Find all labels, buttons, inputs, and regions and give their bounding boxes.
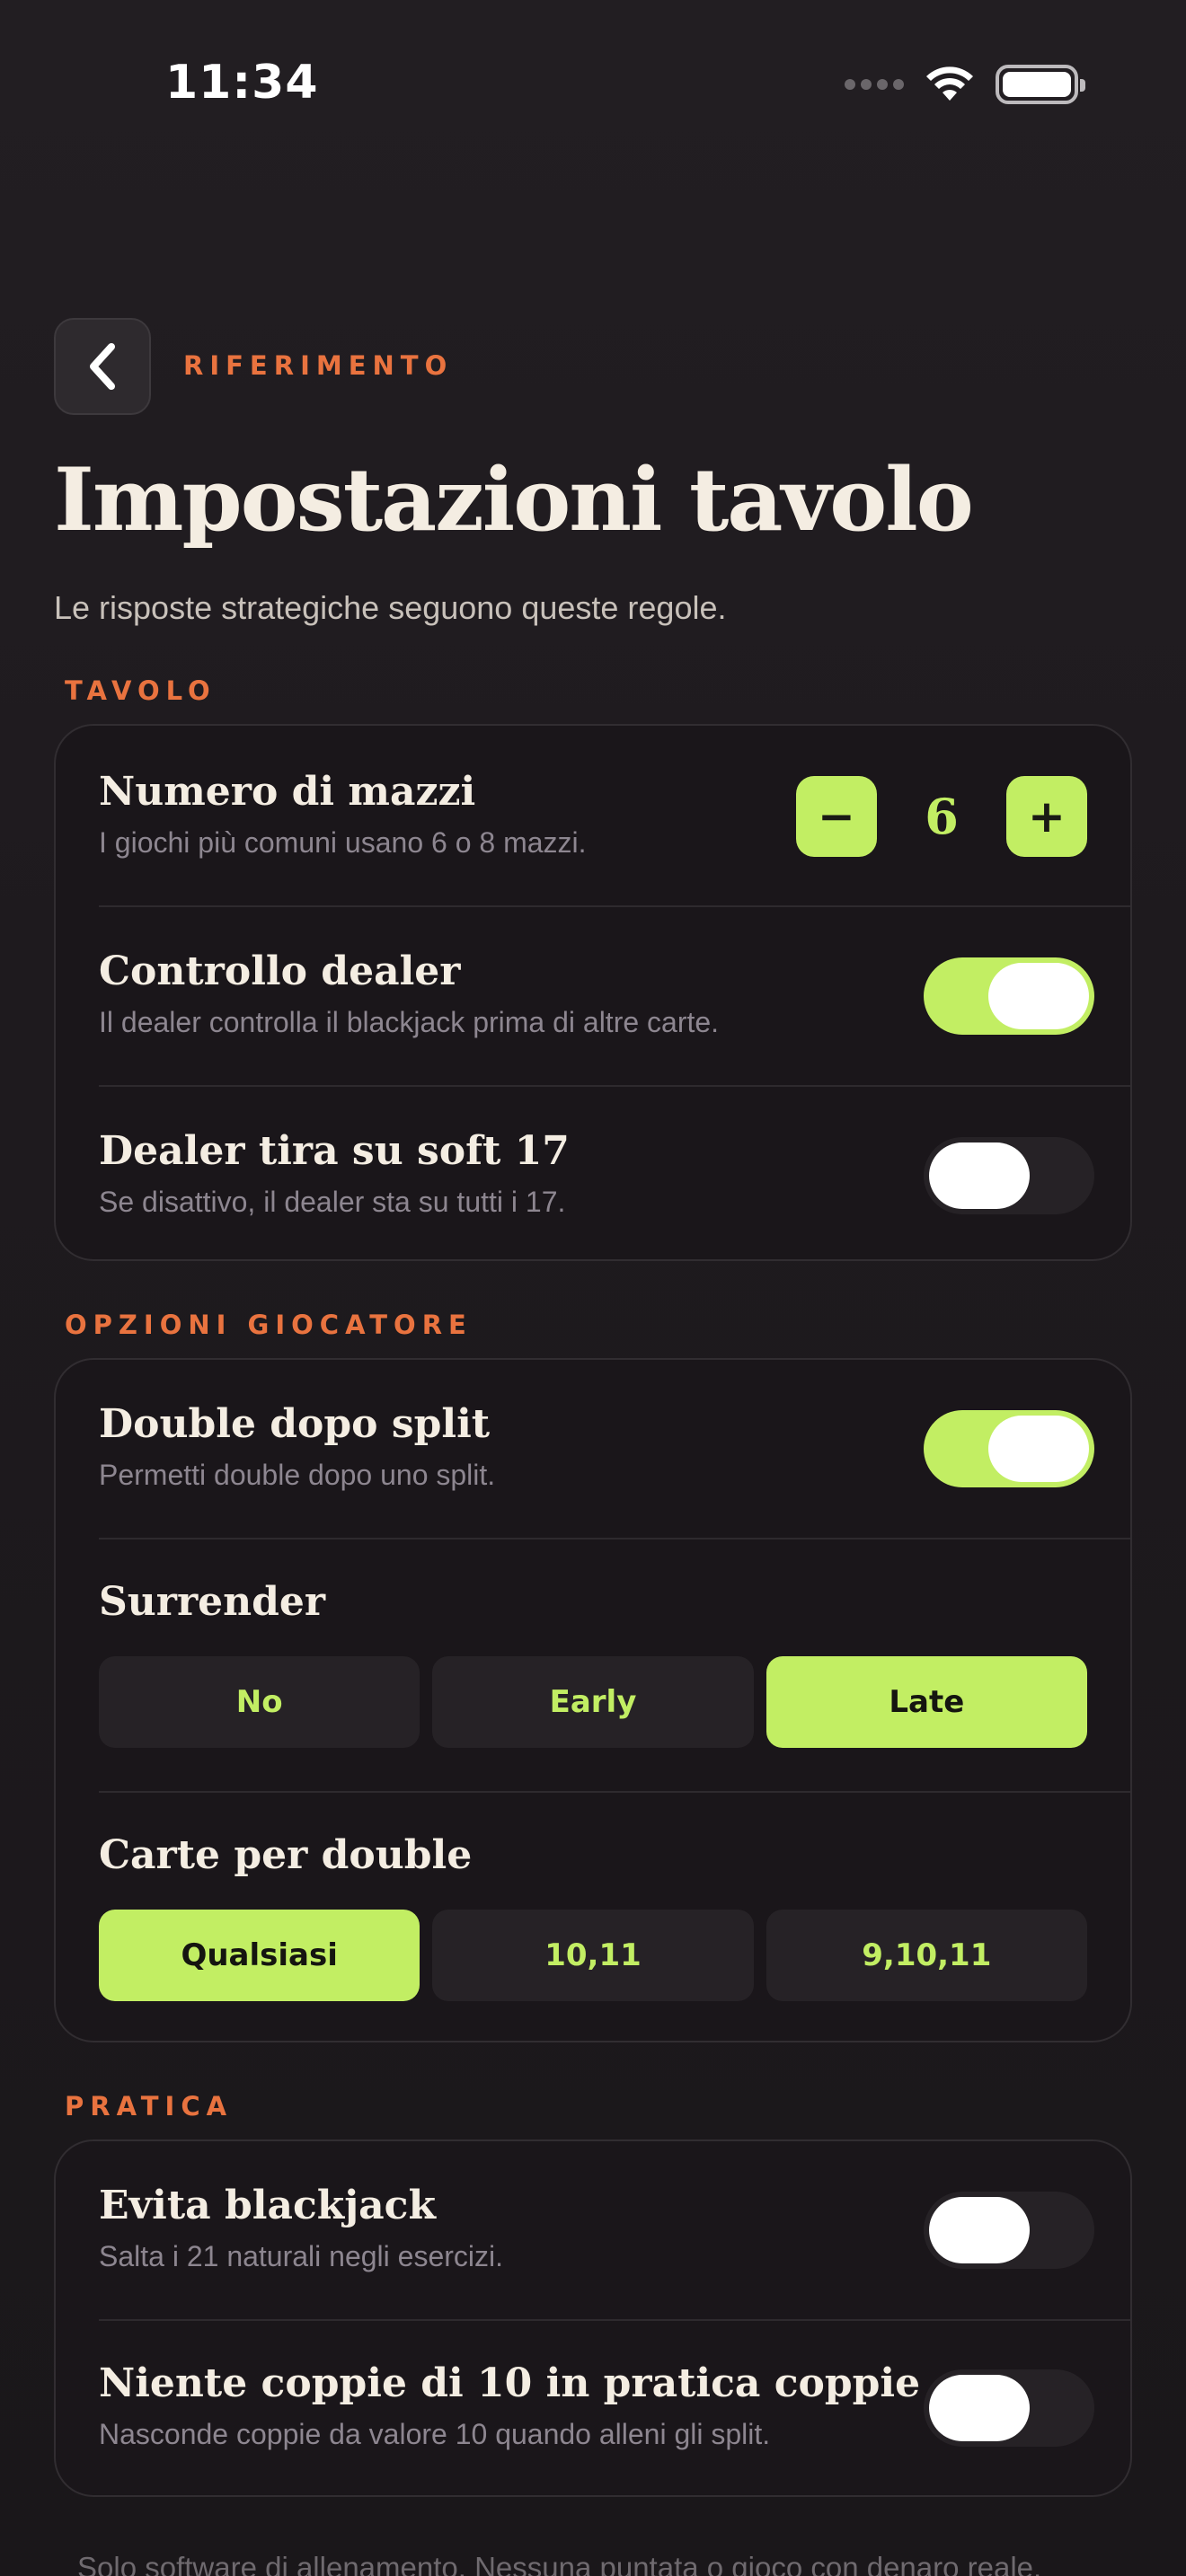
surrender-option-no[interactable]: No (99, 1656, 420, 1748)
section-label-table: TAVOLO (65, 675, 217, 706)
breadcrumb-eyebrow: RIFERIMENTO (183, 350, 454, 381)
decks-value: 6 (925, 788, 959, 845)
das-title: Double dopo split (99, 1401, 491, 1447)
double-cards-option-any[interactable]: Qualsiasi (99, 1910, 420, 2001)
das-description: Permetti double dopo uno split. (99, 1459, 496, 1491)
double-cards-option-10-11[interactable]: 10,11 (432, 1910, 754, 2001)
double-cards-segmented-control: Qualsiasi 10,11 9,10,11 (99, 1910, 1087, 2001)
chevron-left-icon (90, 343, 115, 390)
dealer-peek-description: Il dealer controlla il blackjack prima d… (99, 1006, 720, 1038)
decks-stepper: − 6 + (796, 776, 1087, 857)
avoid-blackjack-description: Salta i 21 naturali negli esercizi. (99, 2240, 504, 2272)
double-cards-title: Carte per double (99, 1832, 473, 1878)
double-cards-row: Carte per double Qualsiasi 10,11 9,10,11 (56, 1791, 1130, 2041)
decks-description: I giochi più comuni usano 6 o 8 mazzi. (99, 826, 587, 859)
page-subtitle: Le risposte strategiche seguono queste r… (54, 589, 727, 626)
toggle-knob (929, 1142, 1030, 1209)
decrement-decks-button[interactable]: − (796, 776, 877, 857)
decks-row: Numero di mazzi I giochi più comuni usan… (56, 726, 1130, 905)
surrender-option-late[interactable]: Late (766, 1656, 1087, 1748)
no-ten-pairs-title: Niente coppie di 10 in pratica coppie (99, 2360, 921, 2406)
player-options-card: Double dopo split Permetti double dopo u… (54, 1358, 1132, 2042)
section-label-practice: PRATICA (65, 2091, 234, 2122)
settings-screen: 11:34 RIFERIMENTO Impostazioni tavolo Le… (0, 0, 1186, 2576)
surrender-segmented-control: No Early Late (99, 1656, 1087, 1748)
page-title: Impostazioni tavolo (54, 449, 974, 551)
avoid-blackjack-row: Evita blackjack Salta i 21 naturali negl… (56, 2141, 1130, 2319)
toggle-knob (929, 2375, 1030, 2441)
status-icons (845, 65, 1085, 104)
toggle-knob (929, 2197, 1030, 2263)
cellular-signal-icon (845, 79, 904, 90)
dealer-peek-row: Controllo dealer Il dealer controlla il … (56, 905, 1130, 1085)
dealer-peek-title: Controllo dealer (99, 948, 461, 994)
table-settings-card: Numero di mazzi I giochi più comuni usan… (54, 724, 1132, 1261)
no-ten-pairs-toggle[interactable] (924, 2369, 1094, 2447)
surrender-title: Surrender (99, 1579, 326, 1625)
surrender-option-early[interactable]: Early (432, 1656, 754, 1748)
section-label-player: OPZIONI GIOCATORE (65, 1310, 473, 1340)
soft17-toggle[interactable] (924, 1137, 1094, 1214)
avoid-blackjack-toggle[interactable] (924, 2192, 1094, 2269)
toggle-knob (988, 963, 1089, 1029)
no-ten-pairs-row: Niente coppie di 10 in pratica coppie Na… (56, 2319, 1130, 2495)
avoid-blackjack-title: Evita blackjack (99, 2183, 436, 2228)
toggle-knob (988, 1416, 1089, 1482)
soft17-row: Dealer tira su soft 17 Se disattivo, il … (56, 1085, 1130, 1259)
practice-card: Evita blackjack Salta i 21 naturali negl… (54, 2139, 1132, 2497)
increment-decks-button[interactable]: + (1006, 776, 1087, 857)
battery-icon (996, 65, 1085, 104)
wifi-icon (926, 66, 973, 101)
surrender-row: Surrender No Early Late (56, 1538, 1130, 1791)
soft17-description: Se disattivo, il dealer sta su tutti i 1… (99, 1186, 566, 1218)
dealer-peek-toggle[interactable] (924, 957, 1094, 1035)
no-ten-pairs-description: Nasconde coppie da valore 10 quando alle… (99, 2418, 771, 2450)
back-button[interactable] (54, 318, 151, 415)
decks-title: Numero di mazzi (99, 769, 476, 815)
double-cards-option-9-10-11[interactable]: 9,10,11 (766, 1910, 1087, 2001)
das-toggle[interactable] (924, 1410, 1094, 1487)
soft17-title: Dealer tira su soft 17 (99, 1128, 570, 1174)
status-time: 11:34 (165, 56, 319, 110)
disclaimer-footer: Solo software di allenamento. Nessuna pu… (77, 2551, 1042, 2576)
das-row: Double dopo split Permetti double dopo u… (56, 1360, 1130, 1538)
